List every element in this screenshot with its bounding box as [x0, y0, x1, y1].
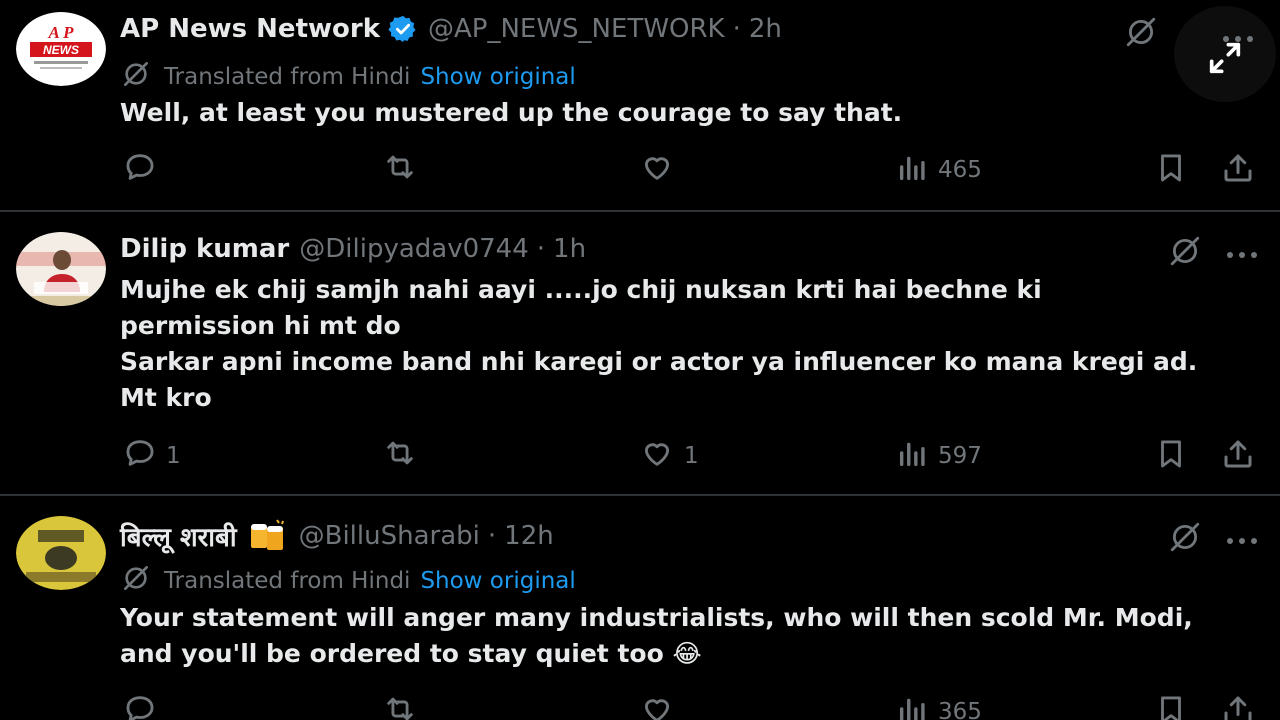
bookmark-icon — [1154, 150, 1188, 192]
retweet-button[interactable] — [380, 692, 428, 720]
views-icon — [896, 692, 930, 720]
translate-icon — [120, 562, 152, 600]
retweet-icon — [380, 436, 420, 476]
tweet-text: Your statement will anger many industria… — [120, 600, 1265, 672]
bookmark-icon — [1154, 692, 1188, 720]
bookmark-icon — [1154, 436, 1188, 478]
tweet-feed: A P NEWS AP News Network @AP_NEWS_NETWOR… — [0, 0, 1280, 720]
display-name[interactable]: बिल्लू शराबी — [120, 518, 237, 554]
views-button[interactable]: 465 — [896, 150, 982, 190]
display-name[interactable]: Dilip kumar — [120, 234, 289, 264]
show-original-link[interactable]: Show original — [420, 64, 575, 90]
views-count: 365 — [938, 699, 982, 720]
expand-button[interactable] — [1174, 6, 1276, 102]
reply-icon — [122, 692, 158, 720]
translated-label: Translated from Hindi — [164, 64, 411, 90]
beer-emoji-icon — [247, 518, 289, 554]
separator: · — [536, 234, 546, 264]
tweet-text: Mujhe ek chij samjh nahi aayi .....jo ch… — [120, 272, 1265, 416]
translated-label: Translated from Hindi — [164, 568, 411, 594]
retweet-icon — [380, 150, 420, 190]
svg-text:NEWS: NEWS — [43, 43, 79, 57]
display-name[interactable]: AP News Network — [120, 14, 380, 44]
tweet-header: Dilip kumar @Dilipyadav0744 · 1h — [120, 234, 586, 264]
separator: · — [487, 521, 497, 551]
like-button[interactable]: 1 — [638, 436, 699, 476]
reply-button[interactable] — [122, 692, 166, 720]
reply-button[interactable]: 1 — [122, 436, 181, 476]
like-button[interactable] — [638, 150, 684, 190]
tweet-top-actions — [1122, 15, 1160, 53]
like-icon — [638, 436, 676, 476]
bookmark-button[interactable] — [1154, 692, 1188, 720]
views-button[interactable]: 597 — [896, 436, 982, 476]
views-icon — [896, 150, 930, 190]
tweet-actions: 465 — [0, 150, 1280, 190]
more-icon[interactable] — [1222, 28, 1254, 47]
handle[interactable]: @BilluSharabi — [299, 521, 480, 551]
bookmark-button[interactable] — [1154, 150, 1188, 192]
tweet-top-actions — [1166, 520, 1258, 558]
views-icon — [896, 436, 930, 476]
share-icon — [1220, 692, 1256, 720]
like-button[interactable] — [638, 692, 684, 720]
tweet-text-line: Sarkar apni income band nhi karegi or ac… — [120, 347, 1198, 376]
tweet-text: Well, at least you mustered up the coura… — [120, 95, 1265, 131]
handle[interactable]: @AP_NEWS_NETWORK — [428, 14, 725, 44]
tweet-text-line: Mujhe ek chij samjh nahi aayi .....jo ch… — [120, 275, 1042, 304]
reply-button[interactable] — [122, 150, 166, 190]
tweet-3[interactable]: बिल्लू शराबी @BilluSharabi · 12h Transla… — [0, 496, 1280, 720]
tweet-text-line: Well, at least you mustered up the coura… — [120, 98, 903, 127]
share-button[interactable] — [1220, 692, 1256, 720]
show-original-link[interactable]: Show original — [420, 568, 575, 594]
tweet-actions: 365 — [0, 692, 1280, 720]
more-icon[interactable] — [1226, 244, 1258, 263]
like-count: 1 — [684, 443, 699, 469]
views-count: 597 — [938, 443, 982, 469]
reply-icon — [122, 436, 158, 476]
share-button[interactable] — [1220, 150, 1256, 192]
retweet-icon — [380, 692, 420, 720]
grok-slash-icon[interactable] — [1166, 234, 1204, 272]
tweet-header: AP News Network @AP_NEWS_NETWORK · 2h — [120, 14, 782, 44]
timestamp[interactable]: 2h — [749, 14, 782, 44]
avatar[interactable]: A P NEWS — [16, 12, 106, 86]
translation-notice: Translated from Hindi Show original — [120, 58, 576, 96]
like-icon — [638, 692, 676, 720]
tweet-text-line: permission hi mt do — [120, 311, 401, 340]
share-icon — [1220, 150, 1256, 192]
translate-icon — [120, 58, 152, 96]
more-icon[interactable] — [1226, 530, 1258, 549]
bookmark-button[interactable] — [1154, 436, 1188, 478]
timestamp[interactable]: 12h — [504, 521, 554, 551]
grok-slash-icon[interactable] — [1166, 520, 1204, 558]
separator: · — [732, 14, 741, 44]
retweet-button[interactable] — [380, 150, 428, 190]
share-icon — [1220, 436, 1256, 478]
handle[interactable]: @Dilipyadav0744 — [299, 234, 529, 264]
share-button[interactable] — [1220, 436, 1256, 478]
tweet-text-line: Your statement will anger many industria… — [120, 603, 1193, 632]
like-icon — [638, 150, 676, 190]
avatar[interactable] — [16, 232, 106, 306]
tweet-header: बिल्लू शराबी @BilluSharabi · 12h — [120, 518, 554, 554]
avatar[interactable] — [16, 516, 106, 590]
tweet-1[interactable]: A P NEWS AP News Network @AP_NEWS_NETWOR… — [0, 0, 1280, 210]
tweet-2[interactable]: Dilip kumar @Dilipyadav0744 · 1h Mujhe e… — [0, 212, 1280, 494]
views-button[interactable]: 365 — [896, 692, 982, 720]
translation-notice: Translated from Hindi Show original — [120, 562, 576, 600]
tweet-text-line: and you'll be ordered to stay quiet too … — [120, 639, 702, 668]
reply-icon — [122, 150, 158, 190]
grok-slash-icon[interactable] — [1122, 15, 1160, 53]
svg-text:A P: A P — [47, 23, 74, 42]
views-count: 465 — [938, 157, 982, 183]
tweet-text-line: Mt kro — [120, 383, 212, 412]
verified-badge-icon — [388, 14, 418, 44]
retweet-button[interactable] — [380, 436, 428, 476]
reply-count: 1 — [166, 443, 181, 469]
tweet-top-actions — [1166, 234, 1258, 272]
tweet-actions: 1 1 597 — [0, 436, 1280, 476]
timestamp[interactable]: 1h — [553, 234, 586, 264]
